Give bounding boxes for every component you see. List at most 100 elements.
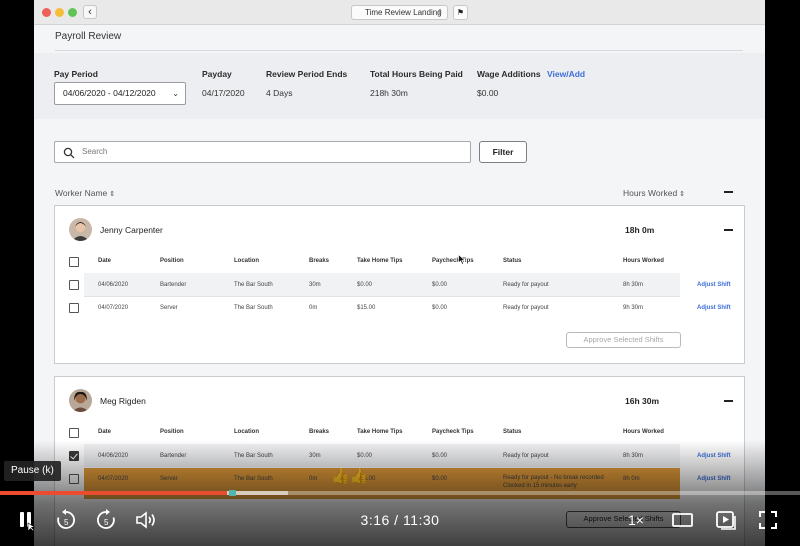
worker-name-header-label: Worker Name — [55, 188, 108, 198]
pay-period-label: Pay Period — [54, 69, 98, 79]
cell-status: Ready for payout — [503, 305, 549, 311]
col-take-home-tips: Take Home Tips — [357, 258, 403, 264]
back-arrow-icon[interactable]: ‹ — [83, 5, 97, 19]
col-paycheck-tips: Paycheck Tips — [432, 429, 474, 435]
worker-hours: 18h 0m — [625, 225, 655, 235]
col-location: Location — [234, 258, 259, 264]
close-window-button[interactable] — [42, 8, 51, 17]
mouse-cursor-icon — [458, 254, 466, 265]
cell-paycheck-tips: $0.00 — [432, 282, 448, 288]
cell-date: 04/07/2020 — [98, 305, 129, 311]
theater-mode-icon[interactable] — [671, 510, 695, 530]
adjust-shift-link[interactable]: Adjust Shift — [697, 305, 731, 311]
flag-icon[interactable]: ⚑ — [453, 5, 468, 20]
filter-button[interactable]: Filter — [479, 141, 527, 163]
collapse-all-icon[interactable] — [724, 191, 733, 193]
wage-additions-value: $0.00 — [477, 88, 499, 98]
cell-hours: 8h 0m — [623, 476, 640, 482]
cell-status: Ready for payout — [503, 282, 549, 288]
minimize-window-button[interactable] — [55, 8, 64, 17]
collapse-icon[interactable] — [724, 229, 733, 231]
cell-paycheck-tips: $0.00 — [432, 305, 448, 311]
progress-bar[interactable] — [0, 490, 800, 496]
fullscreen-icon[interactable] — [757, 509, 779, 531]
cell-position: Bartender — [160, 282, 187, 288]
cell-breaks: 30m — [309, 453, 321, 459]
row-checkbox[interactable] — [69, 474, 79, 484]
row-checkbox-checked[interactable] — [69, 451, 79, 461]
cell-breaks: 30m — [309, 282, 321, 288]
video-player[interactable]: ‹ Time Review Landing ⇕ ⚑ Payroll Review… — [0, 0, 800, 546]
cell-take-home-tips: $0.00 — [357, 282, 373, 288]
cell-position: Server — [160, 305, 178, 311]
cell-paycheck-tips: $0.00 — [432, 476, 448, 482]
row-checkbox[interactable] — [69, 280, 79, 290]
cell-position: Bartender — [160, 453, 187, 459]
cell-paycheck-tips: $0.00 — [432, 453, 448, 459]
col-hours-worked: Hours Worked — [623, 258, 664, 264]
cell-breaks: 0m — [309, 476, 318, 482]
col-hours-worked: Hours Worked — [623, 429, 664, 435]
cell-location: The Bar South — [234, 476, 273, 482]
row-checkbox[interactable] — [69, 303, 79, 313]
time-separator: / — [394, 512, 399, 528]
divider — [84, 296, 680, 297]
sort-icon: ⇕ — [109, 191, 116, 198]
worker-hours: 16h 30m — [625, 396, 660, 406]
browser-titlebar: ‹ Time Review Landing ⇕ ⚑ — [34, 0, 765, 25]
cell-position: Server — [160, 476, 178, 482]
adjust-shift-link[interactable]: Adjust Shift — [697, 453, 731, 459]
col-breaks: Breaks — [309, 258, 330, 264]
worker-name: Jenny Carpenter — [100, 225, 163, 235]
col-position: Position — [160, 429, 184, 435]
divider — [55, 50, 743, 51]
progress-chapter-marker — [229, 490, 237, 496]
payday-label: Payday — [202, 69, 232, 79]
col-breaks: Breaks — [309, 429, 330, 435]
col-location: Location — [234, 429, 259, 435]
search-input[interactable]: Search — [54, 141, 471, 163]
col-paycheck-tips: Paycheck Tips — [432, 258, 474, 264]
miniplayer-icon[interactable] — [714, 509, 738, 531]
view-add-link[interactable]: View/Add — [547, 69, 585, 79]
payday-value: 04/17/2020 — [202, 88, 245, 98]
cell-hours: 9h 30m — [623, 305, 644, 311]
progress-played — [0, 491, 228, 495]
pay-period-dropdown[interactable]: 04/06/2020 - 04/12/2020 ⌄ — [54, 82, 186, 105]
select-all-checkbox[interactable] — [69, 428, 79, 438]
cell-breaks: 0m — [309, 305, 318, 311]
cell-date: 04/06/2020 — [98, 282, 129, 288]
cell-location: The Bar South — [234, 453, 273, 459]
thumbs-up-emoji-icon: 👍👍 — [331, 468, 369, 485]
current-time: 3:16 — [360, 512, 390, 528]
sort-icon: ⇕ — [679, 191, 686, 198]
worker-name-sort-header[interactable]: Worker Name ⇕ — [55, 188, 115, 198]
cell-date: 04/07/2020 — [98, 476, 129, 482]
col-position: Position — [160, 258, 184, 264]
hours-worked-sort-header[interactable]: Hours Worked ⇕ — [623, 188, 685, 198]
browser-window: ‹ Time Review Landing ⇕ ⚑ Payroll Review… — [34, 0, 765, 546]
cell-status: Ready for payout - No break recorded — [503, 475, 604, 481]
pause-tooltip: Pause (k) — [4, 461, 61, 481]
collapse-icon[interactable] — [724, 400, 733, 402]
col-date: Date — [98, 258, 112, 264]
adjust-shift-link[interactable]: Adjust Shift — [697, 282, 731, 288]
worker-name: Meg Rigden — [100, 396, 146, 406]
avatar — [69, 218, 92, 241]
review-ends-label: Review Period Ends — [266, 69, 348, 79]
zoom-window-button[interactable] — [68, 8, 77, 17]
avatar — [69, 389, 92, 412]
col-status: Status — [503, 429, 522, 435]
adjust-shift-link[interactable]: Adjust Shift — [697, 476, 731, 482]
cell-take-home-tips: $15.00 — [357, 305, 376, 311]
page-selector[interactable]: Time Review Landing ⇕ — [351, 5, 448, 20]
search-placeholder: Search — [82, 147, 108, 156]
pay-period-value: 04/06/2020 - 04/12/2020 — [63, 88, 156, 98]
playback-speed-button[interactable]: 1× — [628, 512, 644, 528]
duration: 11:30 — [402, 512, 440, 528]
approve-selected-shifts-button[interactable]: Approve Selected Shifts — [566, 332, 681, 348]
select-all-checkbox[interactable] — [69, 257, 79, 267]
cell-status-note: Clocked in 15 minutes early — [503, 483, 577, 489]
cell-location: The Bar South — [234, 282, 273, 288]
chevron-down-icon: ⌄ — [172, 89, 179, 98]
